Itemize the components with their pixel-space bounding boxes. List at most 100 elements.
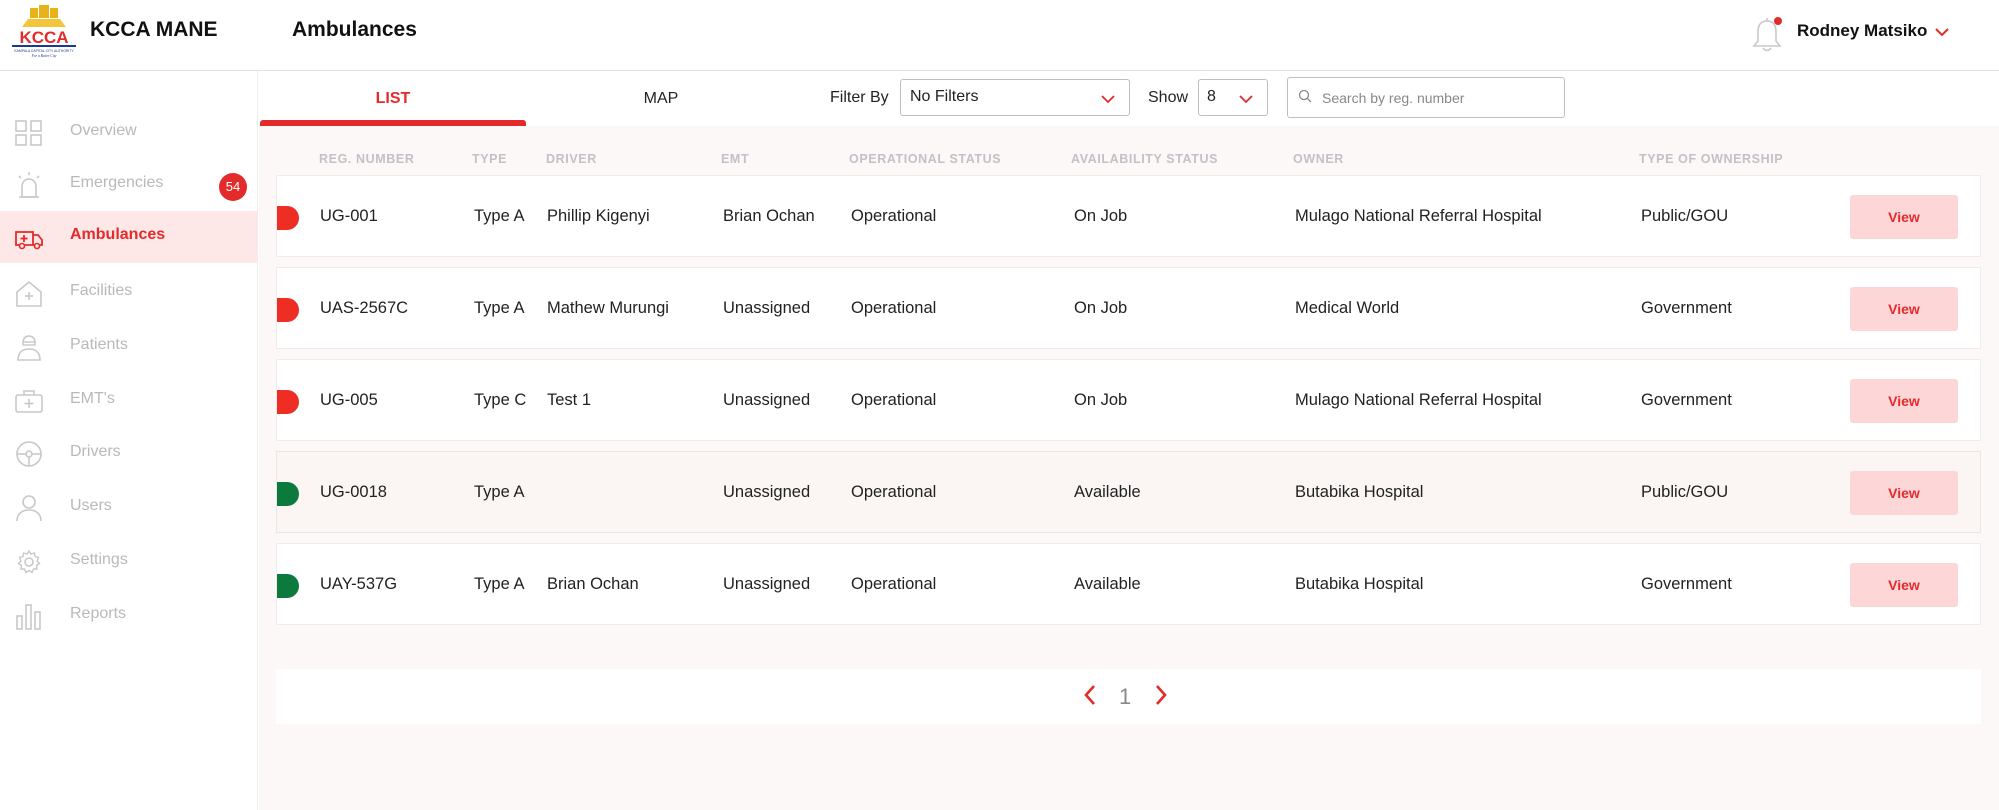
- table-row[interactable]: UG-005 Type C Test 1 Unassigned Operatio…: [276, 359, 1981, 441]
- search-box[interactable]: [1287, 77, 1565, 118]
- operational-status-cell: Operational: [851, 391, 937, 409]
- column-header[interactable]: AVAILABILITY STATUS: [1071, 152, 1218, 166]
- availability-status-cell: On Job: [1074, 207, 1128, 225]
- tab-map[interactable]: MAP: [528, 71, 794, 126]
- page-size-value: 8: [1207, 88, 1216, 105]
- view-button[interactable]: View: [1850, 563, 1958, 607]
- sidebar-item-users[interactable]: Users: [0, 482, 258, 534]
- type-cell: Type C: [474, 391, 527, 409]
- operational-status-cell: Operational: [851, 299, 937, 317]
- current-page-number[interactable]: 1: [1119, 684, 1131, 710]
- view-button[interactable]: View: [1850, 471, 1958, 515]
- notification-bell-icon[interactable]: [1751, 14, 1785, 54]
- view-button[interactable]: View: [1850, 195, 1958, 239]
- kcca-logo[interactable]: KCCA KAMPALA CAPITAL CITY AUTHORITY For …: [8, 5, 80, 59]
- logo-tagline: For a Better City: [31, 54, 57, 58]
- driver-cell: Brian Ochan: [547, 575, 639, 593]
- table-row[interactable]: UG-0018 Type A Unassigned Operational Av…: [276, 451, 1981, 533]
- user-icon: [16, 495, 42, 522]
- column-header[interactable]: REG. NUMBER: [319, 152, 415, 166]
- sidebar-item-reports[interactable]: Reports: [0, 590, 258, 642]
- view-button[interactable]: View: [1850, 379, 1958, 423]
- emt-cell: Unassigned: [723, 299, 811, 317]
- logo-text: KCCA: [19, 28, 68, 47]
- column-header[interactable]: OWNER: [1293, 152, 1344, 166]
- sidebar-item-label: Ambulances: [70, 226, 166, 243]
- filter-by-label: Filter By: [830, 89, 889, 106]
- owner-cell: Mulago National Referral Hospital: [1295, 391, 1542, 409]
- user-name[interactable]: Rodney Matsiko: [1797, 21, 1927, 41]
- column-header[interactable]: TYPE: [472, 152, 507, 166]
- sidebar-item-label: Emergencies: [70, 174, 164, 191]
- bar-chart-icon: [16, 604, 41, 630]
- reg-number-cell: UAS-2567C: [320, 299, 409, 317]
- availability-status-cell: On Job: [1074, 391, 1128, 409]
- sidebar-item-ambulances[interactable]: Ambulances: [0, 211, 258, 263]
- search-input[interactable]: [1322, 86, 1552, 110]
- logo-subtext: KAMPALA CAPITAL CITY AUTHORITY: [14, 49, 74, 53]
- sidebar-item-label: Reports: [70, 605, 127, 622]
- reg-number-cell: UG-001: [320, 207, 378, 225]
- sidebar-item-overview[interactable]: Overview: [0, 107, 258, 159]
- page-title: Ambulances: [292, 18, 417, 41]
- availability-status-cell: Available: [1074, 483, 1141, 501]
- type-cell: Type A: [474, 207, 525, 225]
- top-header: KCCA KAMPALA CAPITAL CITY AUTHORITY For …: [0, 0, 1999, 71]
- toolbar: LIST MAP Filter By No Filters Show 8: [259, 71, 1999, 126]
- chevron-left-icon[interactable]: [1082, 683, 1098, 707]
- type-cell: Type A: [474, 575, 525, 593]
- type-cell: Type A: [474, 299, 525, 317]
- sidebar-item-drivers[interactable]: Drivers: [0, 428, 258, 480]
- column-header[interactable]: EMT: [721, 152, 749, 166]
- table-row[interactable]: UAS-2567C Type A Mathew Murungi Unassign…: [276, 267, 1981, 349]
- page-size-select[interactable]: 8: [1198, 79, 1268, 116]
- availability-status-cell: On Job: [1074, 299, 1128, 317]
- table-header: REG. NUMBER TYPE DRIVER EMT OPERATIONAL …: [276, 148, 1981, 172]
- chevron-down-icon: [1239, 95, 1253, 104]
- sidebar: Overview Emergencies 54 Ambulances Facil…: [0, 71, 258, 810]
- column-header[interactable]: TYPE OF OWNERSHIP: [1639, 152, 1783, 166]
- ownership-type-cell: Public/GOU: [1641, 483, 1729, 501]
- ownership-type-cell: Government: [1641, 391, 1732, 409]
- table-row[interactable]: UG-001 Type A Phillip Kigenyi Brian Ocha…: [276, 175, 1981, 257]
- table-row[interactable]: UAY-537G Type A Brian Ochan Unassigned O…: [276, 543, 1981, 625]
- owner-cell: Butabika Hospital: [1295, 483, 1424, 501]
- status-indicator: [277, 574, 299, 598]
- status-indicator: [277, 206, 299, 230]
- sidebar-item-patients[interactable]: Patients: [0, 321, 258, 373]
- emt-cell: Unassigned: [723, 575, 811, 593]
- sidebar-item-emts[interactable]: EMT's: [0, 375, 258, 427]
- emergencies-count-badge: 54: [219, 173, 247, 201]
- availability-status-cell: Available: [1074, 575, 1141, 593]
- hospital-icon: [16, 280, 42, 307]
- chevron-right-icon[interactable]: [1153, 683, 1169, 707]
- notification-dot: [1774, 17, 1782, 25]
- steering-wheel-icon: [16, 441, 42, 467]
- owner-cell: Medical World: [1295, 299, 1400, 317]
- chevron-down-icon[interactable]: [1934, 26, 1950, 38]
- view-button[interactable]: View: [1850, 287, 1958, 331]
- operational-status-cell: Operational: [851, 575, 937, 593]
- sidebar-item-label: Facilities: [70, 282, 133, 299]
- chevron-down-icon: [1101, 95, 1115, 104]
- tab-list[interactable]: LIST: [260, 71, 526, 126]
- sidebar-item-settings[interactable]: Settings: [0, 536, 258, 588]
- reg-number-cell: UG-0018: [320, 483, 387, 501]
- driver-cell: Mathew Murungi: [547, 299, 669, 317]
- emt-cell: Unassigned: [723, 483, 811, 501]
- ambulance-icon: [15, 231, 43, 250]
- filter-select[interactable]: No Filters: [900, 79, 1130, 116]
- main-content: LIST MAP Filter By No Filters Show 8 REG…: [259, 71, 1999, 810]
- sidebar-item-emergencies[interactable]: Emergencies 54: [0, 159, 258, 211]
- driver-cell: Test 1: [547, 391, 592, 409]
- gear-icon: [17, 549, 41, 574]
- sidebar-item-facilities[interactable]: Facilities: [0, 267, 258, 319]
- type-cell: Type A: [474, 483, 525, 501]
- ownership-type-cell: Public/GOU: [1641, 207, 1729, 225]
- status-indicator: [277, 482, 299, 506]
- sidebar-item-label: Overview: [70, 122, 137, 139]
- column-header[interactable]: OPERATIONAL STATUS: [849, 152, 1001, 166]
- pagination: 1: [276, 669, 1981, 724]
- column-header[interactable]: DRIVER: [546, 152, 597, 166]
- sidebar-item-label: EMT's: [70, 390, 115, 407]
